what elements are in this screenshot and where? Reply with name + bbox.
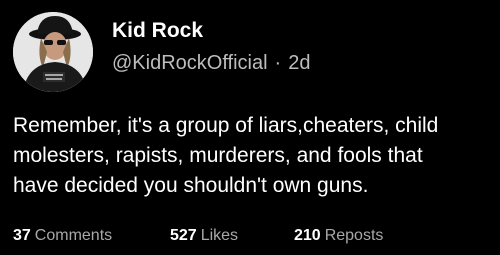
reposts-label: Reposts	[324, 227, 384, 244]
likes-label: Likes	[200, 227, 239, 244]
post-text-line: have decided you shouldn't own guns.	[13, 174, 369, 197]
comments-count: 37	[13, 227, 31, 244]
post-timestamp[interactable]: 2d	[288, 52, 310, 74]
comments-stat[interactable]: 37 Comments	[13, 225, 112, 247]
reposts-count: 210	[294, 227, 321, 244]
post-text: Remember, it's a group of liars,cheaters…	[13, 111, 493, 201]
post-text-line: molesters, rapists, murderers, and fools…	[13, 144, 423, 167]
post-card: Kid Rock @KidRockOfficial · 2d Remember, i…	[0, 0, 500, 255]
likes-stat[interactable]: 527 Likes	[170, 225, 238, 247]
comments-label: Comments	[34, 227, 113, 244]
avatar[interactable]	[13, 12, 93, 92]
post-text-line: Remember, it's a group of liars,cheaters…	[13, 114, 439, 137]
reposts-stat[interactable]: 210 Reposts	[294, 225, 383, 247]
author-meta: @KidRockOfficial · 2d	[112, 51, 310, 75]
author-handle[interactable]: @KidRockOfficial	[112, 52, 268, 74]
meta-separator: ·	[274, 52, 282, 74]
author-display-name[interactable]: Kid Rock	[112, 19, 203, 43]
profile-photo-icon	[13, 12, 93, 92]
likes-count: 527	[170, 227, 197, 244]
